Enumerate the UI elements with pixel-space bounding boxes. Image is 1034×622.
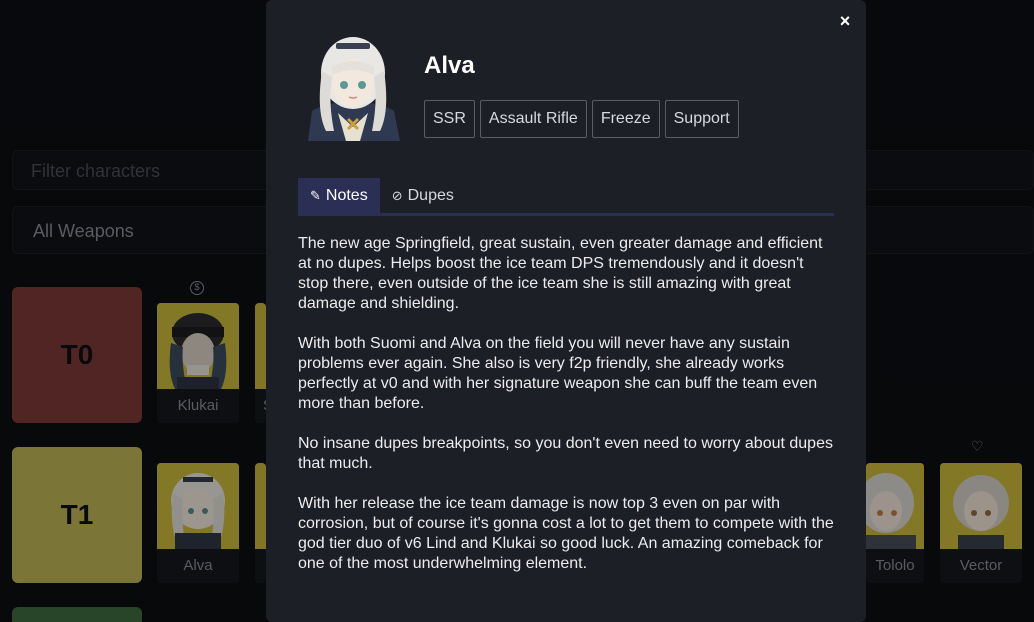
dupes-icon: ⊘ [391,187,403,203]
character-tags: SSR Assault Rifle Freeze Support [424,100,739,138]
close-icon[interactable]: × [834,10,856,32]
tab-notes-label: Notes [325,186,368,204]
tag-rarity[interactable]: SSR [424,100,475,138]
character-avatar [298,31,408,141]
notes-paragraph: With her release the ice team damage is … [298,495,834,572]
tag-role[interactable]: Support [664,100,739,138]
modal-tabs: ✎ Notes ⊘ Dupes [298,178,834,216]
tab-dupes-label: Dupes [407,186,454,204]
character-name-heading: Alva [424,52,475,79]
notes-paragraph: No insane dupes breakpoints, so you don'… [298,435,833,472]
tab-notes[interactable]: ✎ Notes [298,178,380,213]
character-modal: × Alva SSR Assault Rifle Freeze Support … [266,0,866,622]
notes-paragraph: The new age Springfield, great sustain, … [298,235,823,312]
tab-dupes[interactable]: ⊘ Dupes [380,178,466,213]
notes-icon: ✎ [310,187,321,203]
tag-element[interactable]: Freeze [591,100,660,138]
notes-content: The new age Springfield, great sustain, … [298,234,834,594]
notes-paragraph: With both Suomi and Alva on the field yo… [298,335,818,412]
tag-weapon[interactable]: Assault Rifle [479,100,587,138]
